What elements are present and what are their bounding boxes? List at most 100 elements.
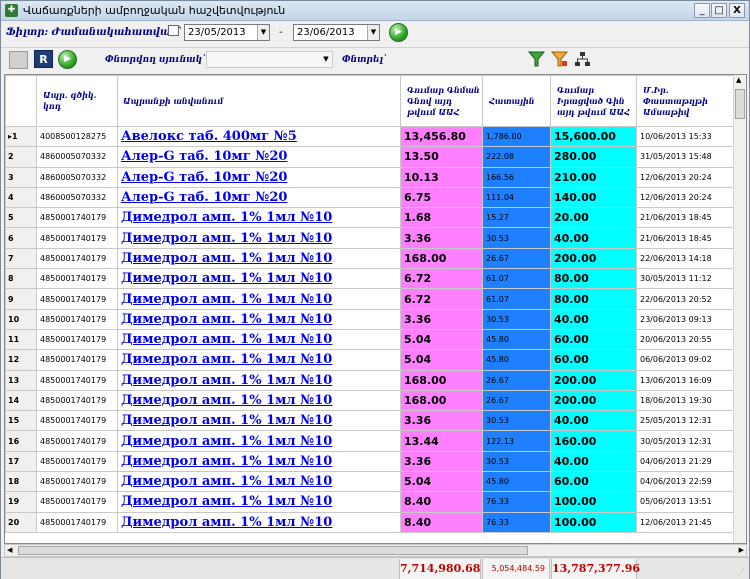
table-row[interactable]: 12 4850001740179 Димедрол амп. 1% 1мл №10 5… <box>5 349 736 371</box>
scroll-right-icon[interactable]: ▶ <box>739 546 744 554</box>
cell-product-name[interactable]: Димедрол амп. 1% 1мл №10 <box>117 450 401 473</box>
table-row[interactable]: 7 4850001740179 Димедрол амп. 1% 1мл №10 16… <box>5 247 736 270</box>
column-header-sell-price[interactable]: Գումար Իրացված Գին այդ թվում ԱԱՀ <box>550 75 637 127</box>
apply-filter-button[interactable]: ▶ <box>389 23 408 42</box>
vertical-scrollbar[interactable]: ▲ <box>733 75 746 543</box>
row-selector[interactable]: 13 <box>5 369 37 391</box>
search-input[interactable] <box>381 51 521 68</box>
report-icon[interactable]: R <box>34 50 53 68</box>
export-icon[interactable] <box>9 51 28 69</box>
row-selector-header[interactable] <box>5 75 37 127</box>
maximize-button[interactable]: □ <box>711 3 727 18</box>
table-row[interactable]: 20 4850001740179 Димедрол амп. 1% 1мл №10 8… <box>5 511 736 533</box>
cell-product-name[interactable]: Димедрол амп. 1% 1мл №10 <box>117 328 401 351</box>
date-to-picker[interactable]: 23/06/2013 ▼ <box>293 24 380 41</box>
row-selector[interactable]: 20 <box>5 511 37 533</box>
table-row[interactable]: 18 4850001740179 Димедрол амп. 1% 1мл №10 5… <box>5 471 736 493</box>
cell-product-name[interactable]: Димедрол амп. 1% 1мл №10 <box>117 207 401 229</box>
row-selector[interactable]: 19 <box>5 491 37 513</box>
row-selector[interactable]: 16 <box>5 430 37 452</box>
cell-product-name[interactable]: Алер-G таб. 10мг №20 <box>117 166 401 188</box>
cell-sell-price: 200.00 <box>550 369 637 391</box>
column-header-quantity[interactable]: Հատային <box>482 75 551 127</box>
cell-product-name[interactable]: Димедрол амп. 1% 1мл №10 <box>117 430 401 452</box>
cell-product-name[interactable]: Димедрол амп. 1% 1мл №10 <box>117 471 401 493</box>
cell-date: 30/05/2013 11:12 <box>636 268 736 290</box>
cell-product-name[interactable]: Димедрол амп. 1% 1мл №10 <box>117 349 401 371</box>
filter-green-icon[interactable] <box>527 50 546 68</box>
row-selector[interactable]: 3 <box>5 166 37 188</box>
cell-product-name[interactable]: Димедрол амп. 1% 1мл №10 <box>117 247 401 270</box>
row-selector[interactable]: 12 <box>5 349 37 371</box>
row-selector[interactable]: 8 <box>5 268 37 290</box>
row-selector[interactable]: 14 <box>5 389 37 412</box>
date-from-picker[interactable]: 23/05/2013 ▼ <box>184 24 270 41</box>
row-selector[interactable]: 6 <box>5 227 37 249</box>
resize-grip-icon[interactable]: ⋰ <box>738 568 748 578</box>
cell-sell-price: 100.00 <box>550 511 637 533</box>
cell-date: 21/06/2013 18:45 <box>636 207 736 229</box>
row-selector[interactable]: 4 <box>5 186 37 209</box>
row-selector[interactable]: 11 <box>5 328 37 351</box>
cell-product-name[interactable]: Димедрол амп. 1% 1мл №10 <box>117 308 401 330</box>
table-row[interactable]: 10 4850001740179 Димедрол амп. 1% 1мл №10 3… <box>5 308 736 330</box>
row-selector[interactable]: 18 <box>5 471 37 493</box>
cell-product-name[interactable]: Авелокс таб. 400мг №5 <box>117 125 401 148</box>
row-selector[interactable]: 15 <box>5 410 37 432</box>
vertical-scroll-thumb[interactable] <box>735 89 745 119</box>
cell-product-name[interactable]: Димедрол амп. 1% 1мл №10 <box>117 491 401 513</box>
hierarchy-icon[interactable] <box>573 50 592 68</box>
row-selector[interactable]: 2 <box>5 146 37 168</box>
row-selector[interactable]: 9 <box>5 288 37 310</box>
table-row[interactable]: 5 4850001740179 Димедрол амп. 1% 1мл №10 1.… <box>5 207 736 229</box>
row-selector[interactable]: 7 <box>5 247 37 270</box>
table-row[interactable]: 2 4860005070332 Алер-G таб. 10мг №20 13.50 2… <box>5 146 736 168</box>
scroll-up-icon[interactable]: ▲ <box>736 76 741 84</box>
table-row[interactable]: 8 4850001740179 Димедрол амп. 1% 1мл №10 6.… <box>5 268 736 290</box>
table-row[interactable]: 11 4850001740179 Димедрол амп. 1% 1мл №10 5… <box>5 328 736 351</box>
row-selector[interactable]: 17 <box>5 450 37 473</box>
table-row[interactable]: 13 4850001740179 Димедрол амп. 1% 1мл №10 1… <box>5 369 736 391</box>
cell-product-name[interactable]: Димедрол амп. 1% 1мл №10 <box>117 227 401 249</box>
column-header-date[interactable]: Մ.Իր. Փաստաթղթի Ամսաթիվ <box>636 75 736 127</box>
column-header-buy-price[interactable]: Գումար Գնման Գնով այդ թվում ԱԱՀ <box>400 75 483 127</box>
close-button[interactable]: X <box>729 3 745 18</box>
table-row[interactable]: ▸1 4008500128275 Авелокс таб. 400мг №5 13,4… <box>5 125 736 148</box>
refresh-go-icon[interactable]: ▶ <box>58 50 77 69</box>
period-checkbox[interactable] <box>168 25 179 36</box>
row-selector[interactable]: 10 <box>5 308 37 330</box>
cell-product-name[interactable]: Димедрол амп. 1% 1мл №10 <box>117 389 401 412</box>
sales-grid[interactable]: Ապր. գծիկ. կոդ Ապրանքի անվանում Գումար Գ… <box>4 74 747 544</box>
column-header-barcode[interactable]: Ապր. գծիկ. կոդ <box>36 75 118 127</box>
cell-product-name[interactable]: Димедрол амп. 1% 1мл №10 <box>117 268 401 290</box>
table-row[interactable]: 15 4850001740179 Димедрол амп. 1% 1мл №10 3… <box>5 410 736 432</box>
table-row[interactable]: 3 4860005070332 Алер-G таб. 10мг №20 10.13 1… <box>5 166 736 188</box>
cell-product-name[interactable]: Алер-G таб. 10мг №20 <box>117 146 401 168</box>
chevron-down-icon[interactable]: ▼ <box>257 25 269 40</box>
row-selector[interactable]: ▸1 <box>5 125 37 148</box>
chevron-down-icon[interactable]: ▼ <box>320 52 332 67</box>
table-row[interactable]: 17 4850001740179 Димедрол амп. 1% 1мл №10 3… <box>5 450 736 473</box>
table-row[interactable]: 19 4850001740179 Димедрол амп. 1% 1мл №10 8… <box>5 491 736 513</box>
row-selector[interactable]: 5 <box>5 207 37 229</box>
table-row[interactable]: 4 4860005070332 Алер-G таб. 10мг №20 6.75 11… <box>5 186 736 209</box>
table-row[interactable]: 6 4850001740179 Димедрол амп. 1% 1мл №10 3.… <box>5 227 736 249</box>
chevron-down-icon[interactable]: ▼ <box>367 25 379 40</box>
scroll-left-icon[interactable]: ◀ <box>7 546 12 554</box>
cell-product-name[interactable]: Димедрол амп. 1% 1мл №10 <box>117 369 401 391</box>
table-row[interactable]: 9 4850001740179 Димедрол амп. 1% 1мл №10 6.… <box>5 288 736 310</box>
search-column-dropdown[interactable]: ▼ <box>206 51 333 68</box>
horizontal-scrollbar[interactable]: ◀ ▶ <box>4 544 747 557</box>
filter-orange-icon[interactable] <box>550 50 569 68</box>
cell-product-name[interactable]: Алер-G таб. 10мг №20 <box>117 186 401 209</box>
cell-product-name[interactable]: Димедрол амп. 1% 1мл №10 <box>117 410 401 432</box>
cell-product-name[interactable]: Димедрол амп. 1% 1мл №10 <box>117 288 401 310</box>
table-row[interactable]: 14 4850001740179 Димедрол амп. 1% 1мл №10 1… <box>5 389 736 412</box>
column-header-name[interactable]: Ապրանքի անվանում <box>117 75 401 127</box>
table-row[interactable]: 16 4850001740179 Димедрол амп. 1% 1мл №10 1… <box>5 430 736 452</box>
horizontal-scroll-thumb[interactable] <box>18 546 528 555</box>
cell-product-name[interactable]: Димедрол амп. 1% 1мл №10 <box>117 511 401 533</box>
cell-buy-price: 3.36 <box>400 450 483 473</box>
minimize-button[interactable]: _ <box>694 3 710 18</box>
cell-date: 31/05/2013 15:48 <box>636 146 736 168</box>
